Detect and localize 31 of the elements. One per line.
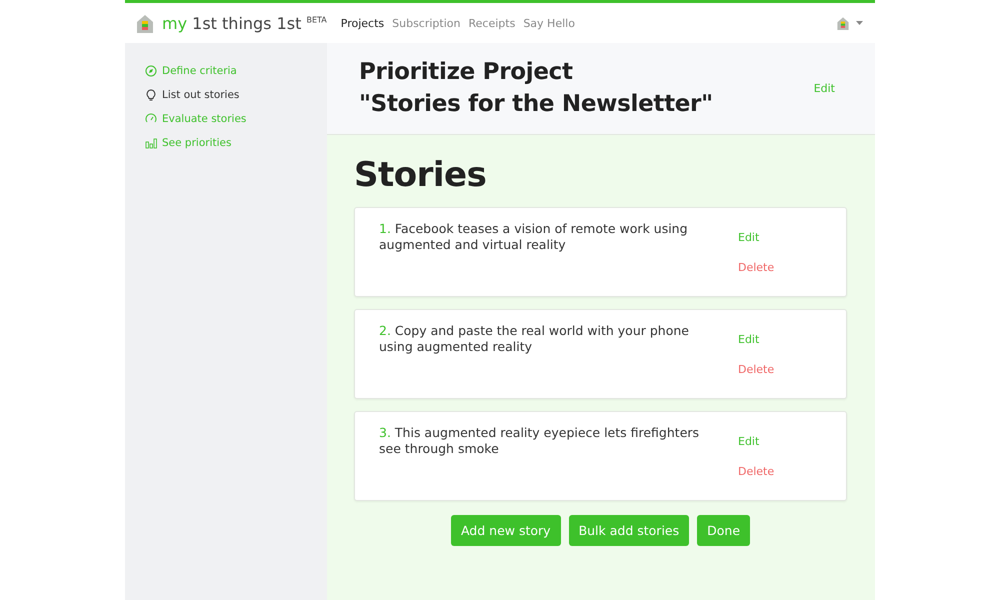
sidebar-item[interactable]: List out stories (145, 89, 240, 101)
edit-link[interactable]: Edit (738, 231, 760, 244)
nav-link[interactable]: Subscription (392, 16, 460, 30)
story-text: 2. Copy and paste the real world with your phone using augmented reality (379, 323, 690, 356)
compass-icon (145, 65, 157, 77)
caret-icon (856, 21, 863, 25)
nav-link[interactable]: Projects (340, 16, 384, 30)
house-icon (836, 16, 850, 30)
brand-name[interactable]: my 1st things 1st $^{BETA}$ (162, 14, 327, 32)
action-button[interactable]: Bulk add stories (568, 515, 690, 546)
delete-link[interactable]: Delete (738, 261, 774, 274)
delete-link[interactable]: Delete (738, 363, 774, 376)
sidebar-item[interactable]: Evaluate stories (145, 113, 246, 125)
nav-link[interactable]: Receipts (468, 16, 516, 30)
lightbulb-icon (145, 89, 157, 101)
delete-link[interactable]: Delete (738, 465, 774, 478)
nav-link[interactable]: Say Hello (523, 16, 575, 30)
section-heading: Stories (354, 155, 488, 195)
action-button[interactable]: Add new story (450, 515, 561, 546)
edit-link[interactable]: Edit (738, 435, 760, 448)
gauge-icon (145, 113, 157, 125)
edit-link[interactable]: Edit (738, 333, 760, 346)
house-logo-icon (135, 12, 155, 34)
project-title: Prioritize Project "Stories for the Newsletter" (359, 58, 713, 118)
story-text: 1. Facebook teases a vision of remote work using augmented and virtual reality (379, 221, 689, 254)
bar-chart-icon (145, 137, 157, 149)
action-button[interactable]: Done (697, 515, 750, 546)
edit-link[interactable]: Edit (814, 82, 835, 95)
sidebar-item[interactable]: Define criteria (145, 65, 237, 77)
sidebar-item[interactable]: See priorities (145, 137, 232, 149)
story-text: 3. This augmented reality eyepiece lets firefighters see through smoke (379, 425, 700, 458)
